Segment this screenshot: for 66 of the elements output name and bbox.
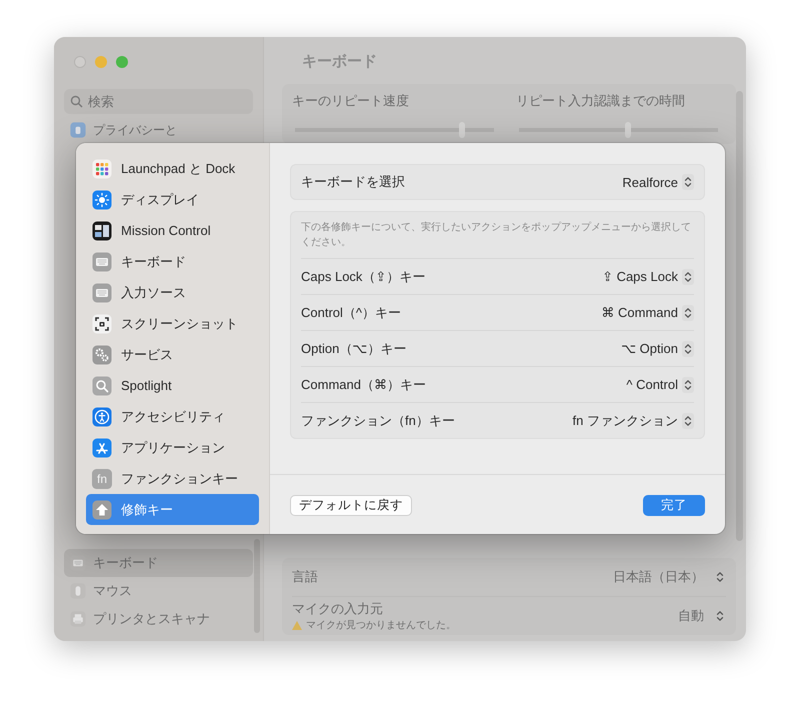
action-popup-button[interactable]: ⌘ Command <box>601 304 694 320</box>
sidebar-item[interactable]: Launchpad と Dock <box>86 153 259 184</box>
search-icon <box>70 95 83 108</box>
action-popup-button[interactable]: fn ファンクション <box>572 412 694 430</box>
gears-icon <box>92 344 112 364</box>
action-popup-button[interactable]: ⇪ Caps Lock <box>602 268 694 284</box>
warning-text: マイクが見つかりませんでした。 <box>306 619 456 632</box>
slider-thumb[interactable] <box>625 122 632 138</box>
modifier-label: ファンクション（fn）キー <box>301 412 455 430</box>
windows-icon <box>92 220 112 240</box>
sun-icon <box>92 190 112 210</box>
keyboard-popup-button[interactable]: Realforce <box>622 174 694 190</box>
modifier-label: Caps Lock（⇪）キー <box>301 268 426 286</box>
chevron-updown-icon <box>682 412 694 428</box>
done-button[interactable]: 完了 <box>643 495 705 516</box>
restore-defaults-button[interactable]: デフォルトに戻す <box>290 495 412 516</box>
app-grid-icon <box>92 158 112 178</box>
row-label: 言語 <box>292 568 318 586</box>
modifier-label: Control（^）キー <box>301 304 402 322</box>
minimize-button[interactable] <box>95 56 107 68</box>
app-store-icon <box>92 438 112 458</box>
printer-icon <box>70 611 86 627</box>
zoom-button[interactable] <box>116 56 128 68</box>
chevron-updown-icon <box>714 608 726 624</box>
keyboard-icon <box>92 282 112 302</box>
sidebar-item[interactable]: サービス <box>86 339 259 370</box>
sidebar-item[interactable]: fn ファンクションキー <box>86 463 259 494</box>
slider-thumb[interactable] <box>459 122 466 138</box>
setting-label: キーボードを選択 <box>301 173 405 191</box>
row-label: マイクの入力元 <box>292 600 384 618</box>
chevron-updown-icon <box>682 376 694 392</box>
sidebar-item[interactable]: Mission Control <box>86 215 259 246</box>
warning-icon <box>292 620 302 630</box>
sidebar-item[interactable]: スクリーンショット <box>86 308 259 339</box>
slider-label: キーのリピート速度 <box>292 92 410 110</box>
sidebar-item[interactable]: 修飾キー <box>86 494 259 525</box>
sidebar-item[interactable]: ディスプレイ <box>86 184 259 215</box>
chevron-updown-icon <box>714 569 726 585</box>
modifier-label: Option（⌥）キー <box>301 340 406 358</box>
slider-label: リピート入力認識までの時間 <box>516 92 686 110</box>
arrow-up-icon <box>92 500 112 520</box>
chevron-updown-icon <box>682 304 694 320</box>
close-button[interactable] <box>74 56 86 68</box>
fn-key-icon: fn <box>92 468 112 488</box>
sidebar-item[interactable]: アプリケーション <box>86 432 259 463</box>
chevron-updown-icon <box>682 340 694 356</box>
sidebar-item[interactable]: 入力ソース <box>86 277 259 308</box>
description-text: 下の各修飾キーについて、実行したいアクションをポップアップメニューから選択してください。 <box>301 212 694 259</box>
scroll-bar[interactable] <box>254 539 260 633</box>
action-popup-button[interactable]: ^ Control <box>626 376 694 392</box>
keyboard-icon <box>92 252 112 272</box>
screenshot-icon <box>92 314 112 334</box>
chevron-updown-icon <box>682 268 694 284</box>
action-popup-button[interactable]: ⌥ Option <box>621 340 694 356</box>
hand-icon <box>70 122 86 138</box>
sidebar-item[interactable]: アクセシビリティ <box>86 401 259 432</box>
sidebar-item[interactable]: キーボード <box>86 246 259 277</box>
window-title: キーボード <box>302 52 378 72</box>
search-field[interactable]: 検索 <box>64 89 253 114</box>
scroll-bar[interactable] <box>736 91 743 541</box>
sidebar-item[interactable]: Spotlight <box>86 370 259 401</box>
search-icon <box>92 376 112 396</box>
modifier-label: Command（⌘）キー <box>301 376 426 394</box>
accessibility-icon <box>92 406 112 426</box>
mouse-icon <box>70 583 86 599</box>
chevron-updown-icon <box>682 174 694 190</box>
